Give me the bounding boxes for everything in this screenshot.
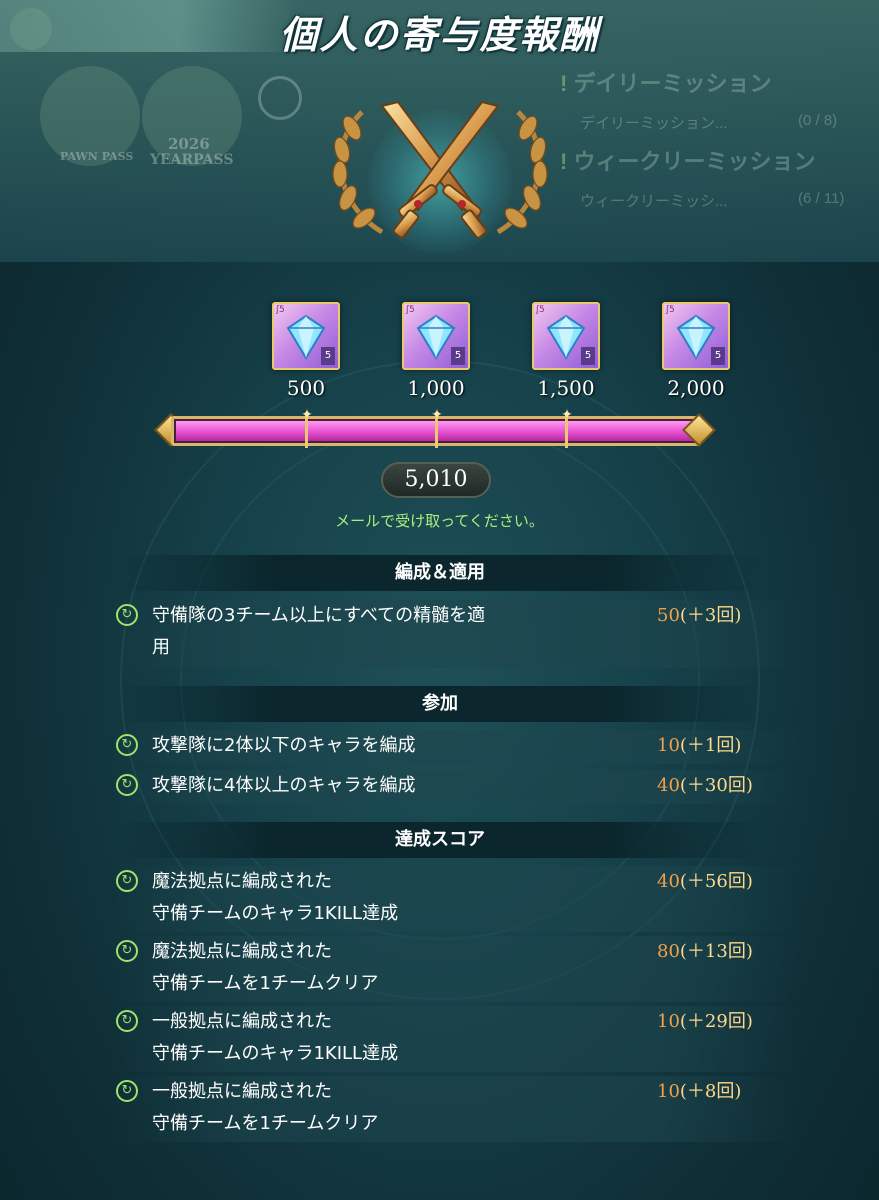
score-condition-row: ↻ 魔法拠点に編成された 守備チームを1チームクリア 80(＋13回) [112,936,802,1002]
condition-text: 一般拠点に編成された 守備チームを1チームクリア [152,1081,379,1134]
reward-rank: 5 [711,347,725,365]
condition-points: 40(＋56回) [657,871,753,892]
bar-milestone-star-icon: ✦ [301,407,313,423]
reward-rank: 5 [581,347,595,365]
reward-threshold: 2,000 [667,376,725,400]
reward-rank: 5 [451,347,465,365]
crossed-swords-laurel-icon [332,100,548,239]
condition-text: 一般拠点に編成された 守備チームのキャラ1KILL達成 [152,1011,399,1064]
refresh-cycle-icon: ↻ [116,604,138,626]
reward-threshold: 1,000 [407,376,465,400]
mail-notice: メールで受け取ってください。 [335,512,544,530]
reward-item-card[interactable]: ʃ5 5 [272,302,340,370]
score-condition-row: ↻ 一般拠点に編成された 守備チームのキャラ1KILL達成 10(＋29回) [112,1006,802,1072]
section-heading: 参加 [115,686,765,722]
reward-item-card[interactable]: ʃ5 5 [662,302,730,370]
background-mission-header-0: ! デイリーミッション [560,71,772,96]
current-score: 5,010 [381,462,491,498]
reward-milestone[interactable]: ʃ5 5 1,000 [400,302,472,400]
score-condition-row: ↻ 攻撃隊に4体以上のキャラを編成 40(＋30回) [112,770,802,804]
condition-points: 40(＋30回) [657,775,753,796]
background-mission-item-0: デイリーミッション... [580,115,728,132]
bar-milestone-star-icon: ✦ [561,407,573,423]
condition-text: 攻撃隊に4体以上のキャラを編成 [152,775,416,796]
page-title: 個人の寄与度報酬 [279,13,600,57]
card-corner-mark: ʃ5 [276,305,285,315]
condition-text: 守備隊の3チーム以上にすべての精髄を適 用 [152,605,486,658]
background-mission-header-1: ! ウィークリーミッション [560,149,816,174]
background-mission-item-1: ウィークリーミッシ... [580,193,728,210]
score-condition-row: ↻ 魔法拠点に編成された 守備チームのキャラ1KILL達成 40(＋56回) [112,866,802,932]
bar-milestone-star-icon: ✦ [431,407,443,423]
score-condition-row: ↻ 一般拠点に編成された 守備チームを1チームクリア 10(＋8回) [112,1076,802,1142]
background-magic-circle-inner [180,420,700,940]
card-corner-mark: ʃ5 [666,305,675,315]
score-condition-row: ↻ 守備隊の3チーム以上にすべての精髄を適 用 50(＋3回) [112,600,802,668]
reward-milestone[interactable]: ʃ5 5 1,500 [530,302,602,400]
condition-points: 80(＋13回) [657,941,753,962]
reward-rank: 5 [321,347,335,365]
condition-text: 魔法拠点に編成された 守備チームを1チームクリア [152,941,379,994]
refresh-cycle-icon: ↻ [116,940,138,962]
score-condition-row: ↻ 攻撃隊に2体以下のキャラを編成 10(＋1回) [112,730,802,764]
reward-item-card[interactable]: ʃ5 5 [532,302,600,370]
reward-milestone[interactable]: ʃ5 5 500 [270,302,342,400]
card-corner-mark: ʃ5 [536,305,545,315]
section-heading: 達成スコア [115,822,765,858]
background-pawnpass-label: PAWN PASS [60,150,134,163]
reward-threshold: 1,500 [537,376,595,400]
condition-text: 魔法拠点に編成された 守備チームのキャラ1KILL達成 [152,871,399,924]
refresh-cycle-icon: ↻ [116,774,138,796]
refresh-cycle-icon: ↻ [116,1010,138,1032]
condition-points: 10(＋29回) [657,1011,753,1032]
condition-text: 攻撃隊に2体以下のキャラを編成 [152,735,416,756]
card-corner-mark: ʃ5 [406,305,415,315]
contribution-progress-bar: ✦ ✦ ✦ [154,407,717,452]
refresh-cycle-icon: ↻ [116,870,138,892]
reward-item-card[interactable]: ʃ5 5 [402,302,470,370]
background-mission-progress-1: (6 / 11) [798,190,845,207]
background-mission-progress-0: (0 / 8) [798,112,838,129]
condition-points: 50(＋3回) [657,605,742,626]
reward-threshold: 500 [286,376,326,400]
section-heading: 編成＆適用 [115,555,765,591]
background-map-pin-icon [258,76,302,120]
background-pass-year: 2026 [168,135,210,153]
refresh-cycle-icon: ↻ [116,734,138,756]
condition-points: 10(＋1回) [657,735,742,756]
contribution-reward-screen: 2026 YEARPASS PAWN PASS ! デイリーミッション デイリー… [0,0,879,1200]
background-pass-label: YEARPASS [150,152,234,168]
reward-milestone[interactable]: ʃ5 5 2,000 [660,302,732,400]
condition-points: 10(＋8回) [657,1081,742,1102]
refresh-cycle-icon: ↻ [116,1080,138,1102]
